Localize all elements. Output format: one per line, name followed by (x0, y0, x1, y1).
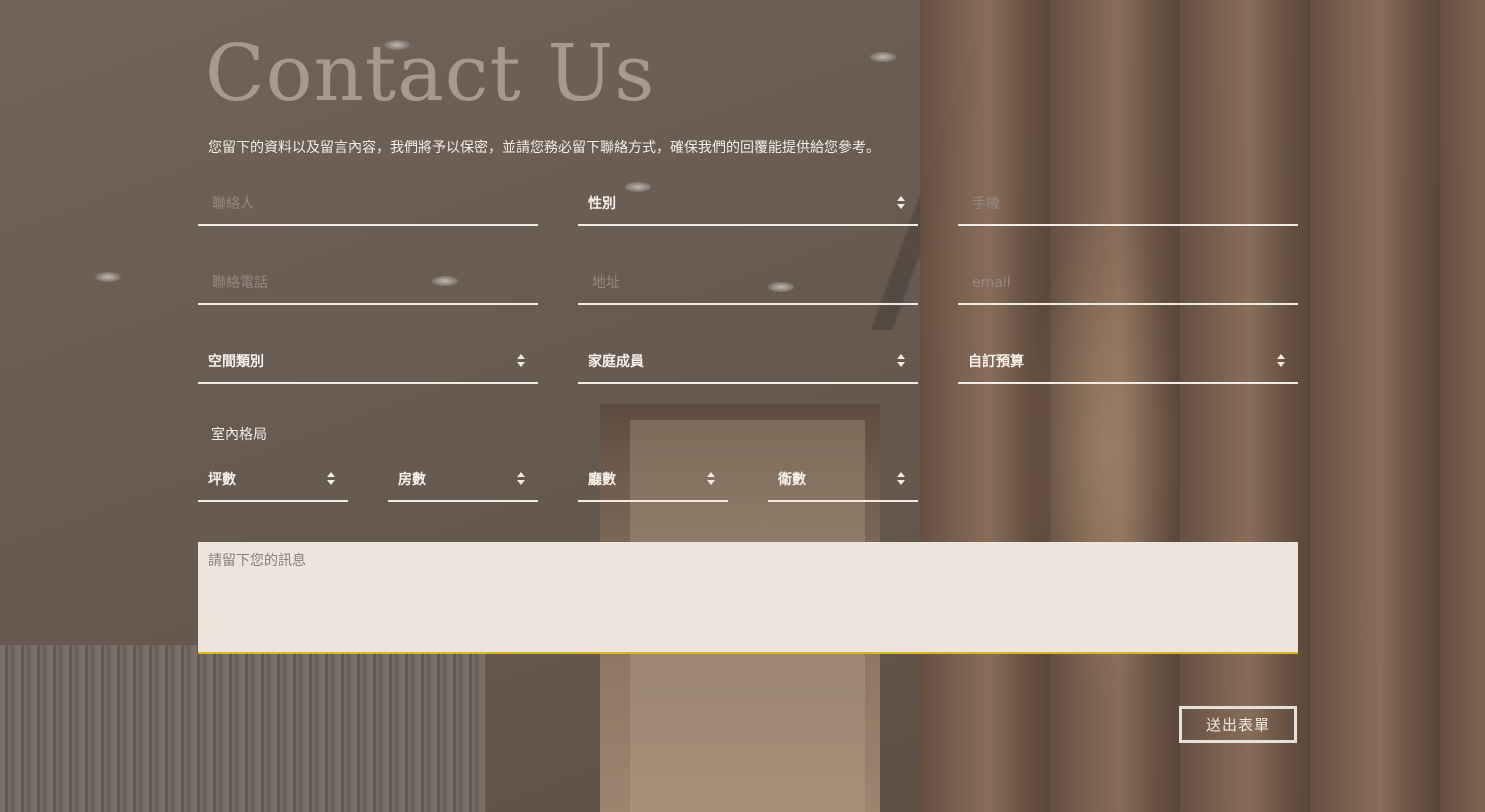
budget-select-value: 自訂預算 (968, 354, 1024, 370)
phone-input[interactable] (198, 269, 538, 303)
select-arrows-icon (896, 196, 906, 210)
contact-name-input[interactable] (198, 190, 538, 224)
message-textarea[interactable] (198, 542, 1298, 652)
layout-label: 室內格局 (211, 427, 267, 443)
message-box (198, 542, 1298, 654)
family-members-select[interactable]: 家庭成員 (578, 348, 918, 384)
mobile-field (958, 190, 1298, 226)
select-arrows-icon (896, 472, 906, 486)
rooms-select-value: 房數 (398, 472, 426, 488)
email-field (958, 269, 1298, 305)
contact-name-field (198, 190, 538, 226)
space-type-select-value: 空間類別 (208, 354, 264, 370)
address-field (578, 269, 918, 305)
mobile-input[interactable] (958, 190, 1298, 224)
page-title: Contact Us (205, 29, 656, 119)
select-arrows-icon (896, 354, 906, 368)
select-arrows-icon (516, 354, 526, 368)
phone-field (198, 269, 538, 305)
select-arrows-icon (516, 472, 526, 486)
rooms-select[interactable]: 房數 (388, 466, 538, 502)
email-input[interactable] (958, 269, 1298, 303)
submit-button[interactable]: 送出表單 (1179, 706, 1297, 743)
halls-select-value: 廳數 (588, 472, 616, 488)
select-arrows-icon (326, 472, 336, 486)
privacy-notice: 您留下的資料以及留言內容，我們將予以保密，並請您務必留下聯絡方式，確保我們的回覆… (208, 140, 880, 156)
baths-select[interactable]: 衛數 (768, 466, 918, 502)
gender-select-value: 性別 (588, 196, 616, 212)
address-input[interactable] (578, 269, 918, 303)
gender-select[interactable]: 性別 (578, 190, 918, 226)
space-type-select[interactable]: 空間類別 (198, 348, 538, 384)
baths-select-value: 衛數 (778, 472, 806, 488)
ping-select[interactable]: 坪數 (198, 466, 348, 502)
ping-select-value: 坪數 (208, 472, 236, 488)
budget-select[interactable]: 自訂預算 (958, 348, 1298, 384)
select-arrows-icon (706, 472, 716, 486)
family-members-select-value: 家庭成員 (588, 354, 644, 370)
halls-select[interactable]: 廳數 (578, 466, 728, 502)
contact-form-section: Contact Us 您留下的資料以及留言內容，我們將予以保密，並請您務必留下聯… (0, 0, 1485, 812)
select-arrows-icon (1276, 354, 1286, 368)
